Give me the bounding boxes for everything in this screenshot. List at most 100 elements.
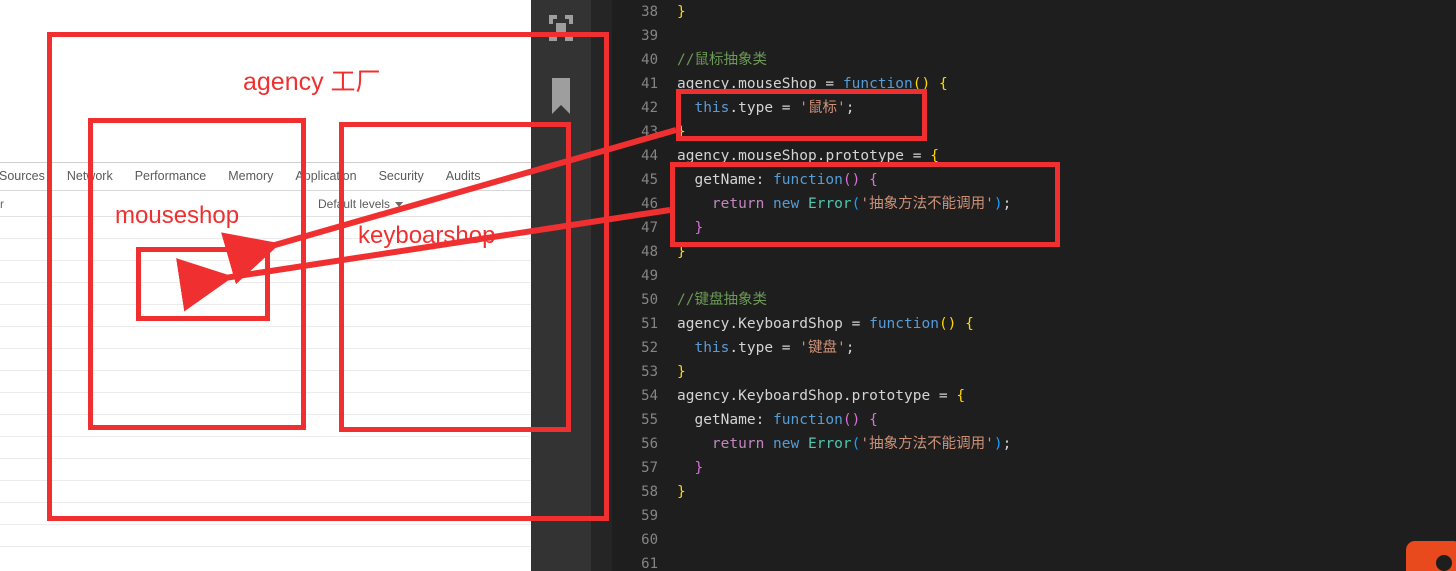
code-line[interactable]: 39 xyxy=(612,24,1456,48)
list-item[interactable] xyxy=(0,393,531,415)
list-item[interactable] xyxy=(0,283,531,305)
code-token: = xyxy=(930,388,957,404)
code-line[interactable]: 43} xyxy=(612,120,1456,144)
code-text: getName: function() { xyxy=(658,168,877,192)
log-level-selector[interactable]: Default levels xyxy=(305,191,404,217)
code-line[interactable]: 59 xyxy=(612,504,1456,528)
tab-performance[interactable]: Performance xyxy=(124,163,218,190)
code-token: = xyxy=(773,340,800,356)
line-number: 52 xyxy=(641,340,658,356)
code-token: new xyxy=(773,196,800,212)
line-number: 50 xyxy=(641,292,658,308)
code-line[interactable]: 45 getName: function() { xyxy=(612,168,1456,192)
code-line[interactable]: 49 xyxy=(612,264,1456,288)
line-number: 46 xyxy=(641,196,658,212)
code-token: } xyxy=(677,4,686,20)
code-token: . xyxy=(729,340,739,356)
code-line[interactable]: 56 return new Error('抽象方法不能调用'); xyxy=(612,432,1456,456)
code-token: } xyxy=(694,460,704,476)
code-token: agency xyxy=(677,76,730,92)
line-number: 43 xyxy=(641,124,658,140)
line-number: 54 xyxy=(641,388,658,404)
line-number: 58 xyxy=(641,484,658,500)
code-text: //键盘抽象类 xyxy=(658,288,767,312)
code-token: } xyxy=(677,364,686,380)
line-number: 40 xyxy=(641,52,658,68)
list-item[interactable] xyxy=(0,503,531,525)
code-token: '抽象方法不能调用' xyxy=(860,196,994,212)
code-line[interactable]: 38} xyxy=(612,0,1456,24)
code-text: return new Error('抽象方法不能调用'); xyxy=(658,432,1011,456)
code-line[interactable]: 53} xyxy=(612,360,1456,384)
filter-input[interactable]: ter xyxy=(0,197,108,211)
code-line[interactable]: 51 agency.KeyboardShop = function() { xyxy=(612,312,1456,336)
code-line[interactable]: 57 } xyxy=(612,456,1456,480)
code-token: agency xyxy=(677,316,730,332)
code-line[interactable]: 42 this.type = '鼠标'; xyxy=(612,96,1456,120)
list-item[interactable] xyxy=(0,217,531,239)
tab-audits[interactable]: Audits xyxy=(435,163,492,190)
code-token: . xyxy=(729,100,739,116)
code-token: . xyxy=(729,388,739,404)
selection-crop-icon[interactable] xyxy=(545,12,577,49)
devtools-tabbar: Sources Network Performance Memory Appli… xyxy=(0,163,531,191)
list-item[interactable] xyxy=(0,459,531,481)
code-text: } xyxy=(658,456,703,480)
code-lines-container: 38} 39 40//鼠标抽象类 41 agency.mouseShop = funct… xyxy=(612,0,1456,571)
editor-side-rail xyxy=(531,0,591,571)
code-token: prototype xyxy=(825,148,905,164)
code-token: . xyxy=(729,76,739,92)
code-token: = xyxy=(842,316,870,332)
code-line[interactable]: 44 agency.mouseShop.prototype = { xyxy=(612,144,1456,168)
corner-badge-icon[interactable] xyxy=(1406,541,1456,571)
code-editor[interactable]: 38} 39 40//鼠标抽象类 41 agency.mouseShop = funct… xyxy=(612,0,1456,571)
list-item[interactable] xyxy=(0,481,531,503)
list-item[interactable] xyxy=(0,261,531,283)
code-line[interactable]: 41 agency.mouseShop = function() { xyxy=(612,72,1456,96)
code-token: } xyxy=(677,244,686,260)
console-message-list[interactable] xyxy=(0,217,531,547)
list-item[interactable] xyxy=(0,437,531,459)
list-item[interactable] xyxy=(0,525,531,547)
list-item[interactable] xyxy=(0,327,531,349)
code-token: new xyxy=(773,436,800,452)
code-token: . xyxy=(729,148,739,164)
code-line[interactable]: 55 getName: function() { xyxy=(612,408,1456,432)
code-line[interactable]: 48} xyxy=(612,240,1456,264)
code-line[interactable]: 60 xyxy=(612,528,1456,552)
bookmark-icon[interactable] xyxy=(548,76,574,121)
code-text: this.type = '键盘'; xyxy=(658,336,854,360)
list-item[interactable] xyxy=(0,305,531,327)
code-token: KeyboardShop xyxy=(738,316,843,332)
list-item[interactable] xyxy=(0,349,531,371)
code-text: } xyxy=(658,216,703,240)
code-token: } xyxy=(677,484,686,500)
tab-sources[interactable]: Sources xyxy=(0,163,56,190)
list-item[interactable] xyxy=(0,415,531,437)
code-line[interactable]: 46 return new Error('抽象方法不能调用'); xyxy=(612,192,1456,216)
line-number: 41 xyxy=(641,76,658,92)
code-token: agency xyxy=(677,388,730,404)
code-line[interactable]: 54 agency.KeyboardShop.prototype = { xyxy=(612,384,1456,408)
code-token: this xyxy=(694,100,730,116)
line-number: 48 xyxy=(641,244,658,260)
code-line[interactable]: 58} xyxy=(612,480,1456,504)
code-token: = xyxy=(816,76,843,92)
code-line[interactable]: 47 } xyxy=(612,216,1456,240)
code-line[interactable]: 52 this.type = '键盘'; xyxy=(612,336,1456,360)
list-item[interactable] xyxy=(0,371,531,393)
code-line[interactable]: 61 xyxy=(612,552,1456,571)
code-text: } xyxy=(658,0,686,24)
code-text: } xyxy=(658,240,686,264)
tab-security[interactable]: Security xyxy=(368,163,435,190)
code-line[interactable]: 50 //键盘抽象类 xyxy=(612,288,1456,312)
tab-memory[interactable]: Memory xyxy=(217,163,284,190)
tab-network[interactable]: Network xyxy=(56,163,124,190)
list-item[interactable] xyxy=(0,239,531,261)
code-line[interactable]: 40 //鼠标抽象类 xyxy=(612,48,1456,72)
code-text: agency.mouseShop = function() { xyxy=(658,72,948,96)
tab-application[interactable]: Application xyxy=(284,163,367,190)
